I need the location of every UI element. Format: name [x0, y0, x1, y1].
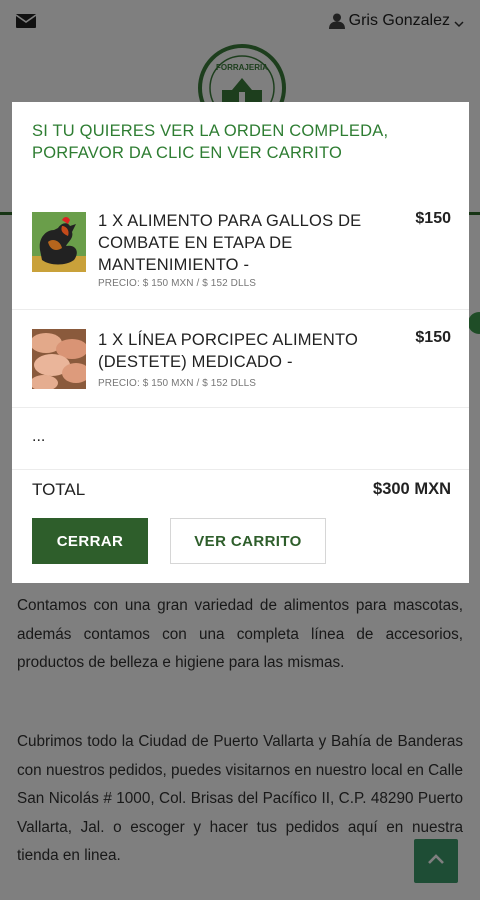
- cart-item: 1 X ALIMENTO PARA GALLOS DE COMBATE EN E…: [12, 198, 469, 310]
- piglets-photo: [32, 329, 86, 389]
- modal-message: SI TU QUIERES VER LA ORDEN COMPLEDA, POR…: [32, 122, 389, 162]
- item-unit-price: PRECIO: $ 150 MXN / $ 152 DLLS: [98, 278, 257, 289]
- cart-item: 1 X LÍNEA PORCIPEC ALIMENTO (DESTETE) ME…: [12, 312, 469, 408]
- rooster-photo: [32, 212, 86, 272]
- total-value: $300 MXN: [373, 480, 451, 498]
- item-unit-price: PRECIO: $ 150 MXN / $ 152 DLLS: [98, 378, 257, 389]
- item-price: $150: [415, 210, 451, 227]
- view-cart-button[interactable]: VER CARRITO: [170, 518, 326, 564]
- total-label: TOTAL: [32, 480, 86, 499]
- more-items-indicator: ...: [32, 428, 46, 445]
- item-title: 1 X ALIMENTO PARA GALLOS DE COMBATE EN E…: [98, 212, 362, 274]
- item-title: 1 X LÍNEA PORCIPEC ALIMENTO (DESTETE) ME…: [98, 331, 359, 371]
- item-price: $150: [415, 329, 451, 346]
- close-button[interactable]: CERRAR: [32, 518, 148, 564]
- cart-modal: SI TU QUIERES VER LA ORDEN COMPLEDA, POR…: [12, 102, 469, 583]
- total-divider: [12, 469, 469, 470]
